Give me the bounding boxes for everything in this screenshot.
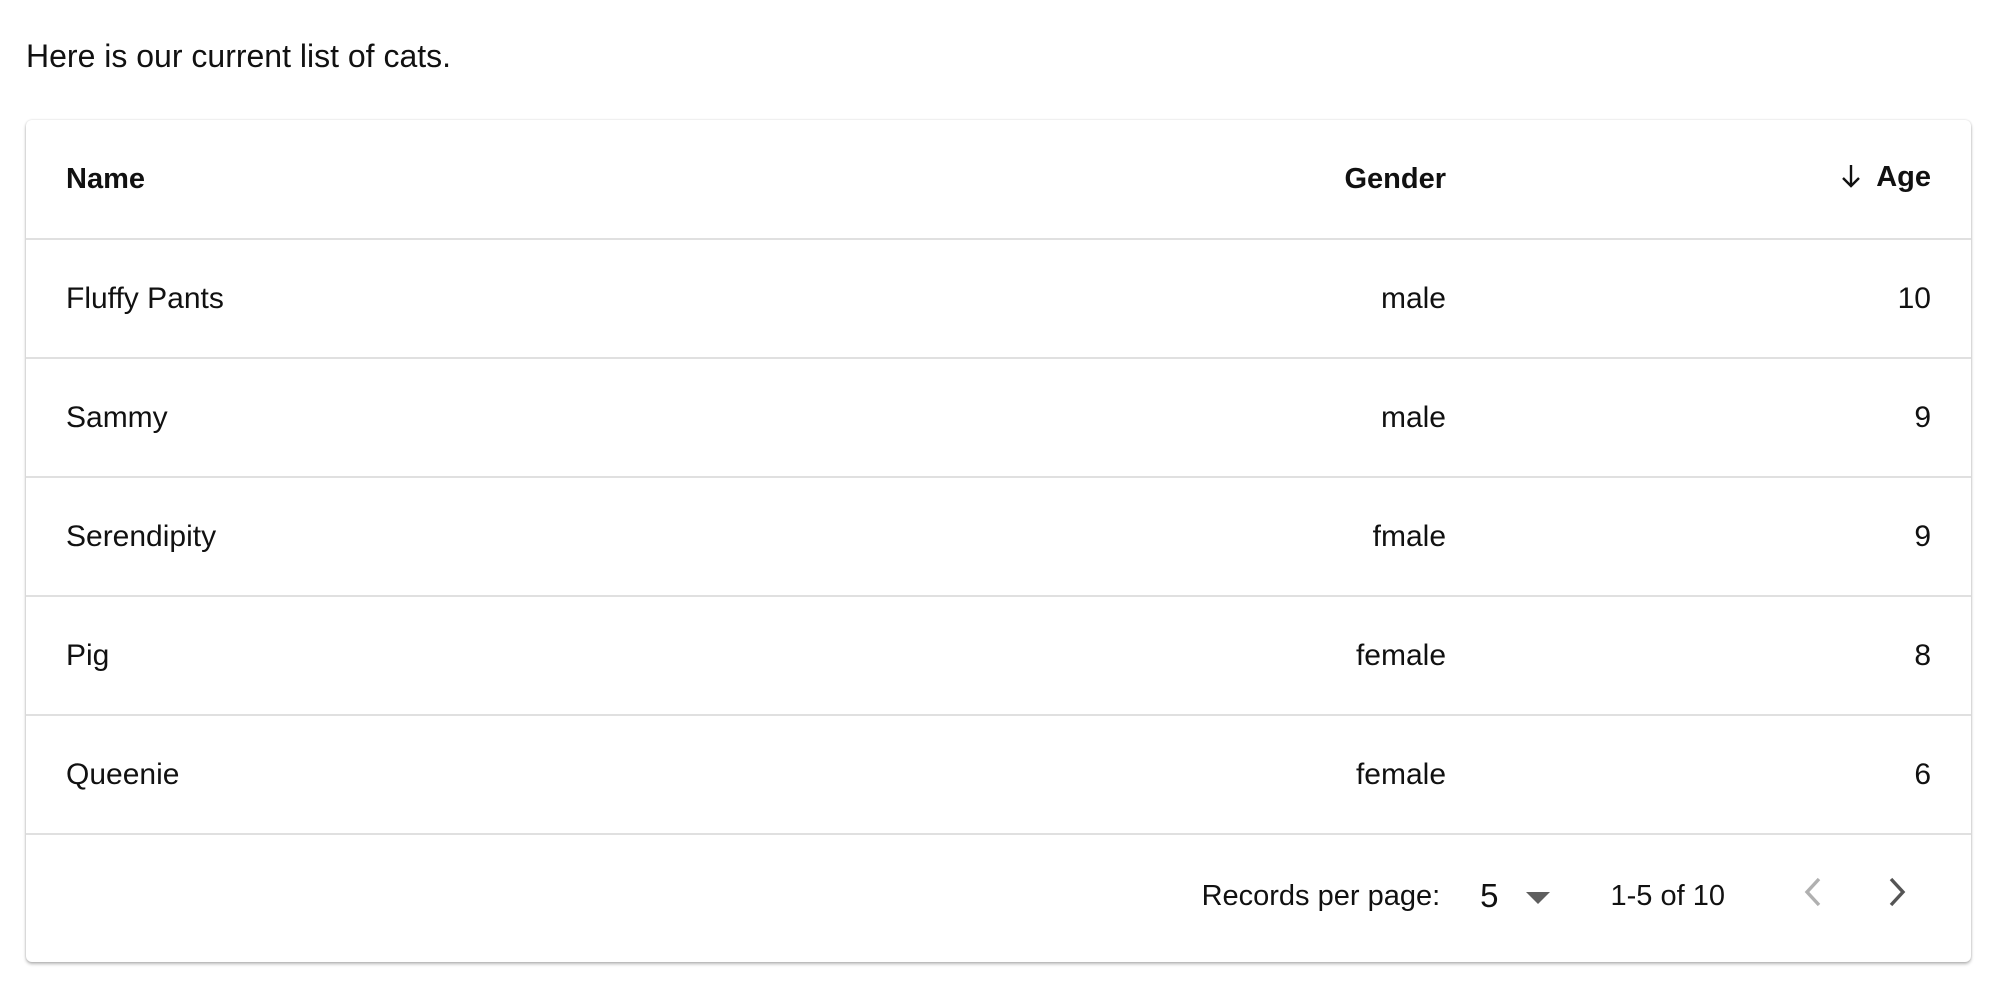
- cell-age: 9: [1446, 477, 1971, 597]
- column-header-age-label: Age: [1876, 161, 1931, 193]
- records-per-page-value: 5: [1480, 877, 1499, 914]
- cell-gender: female: [1076, 715, 1446, 835]
- cell-name: Fluffy Pants: [26, 239, 1076, 359]
- chevron-left-icon: [1803, 876, 1823, 916]
- cell-age: 6: [1446, 715, 1971, 835]
- pagination-footer: Records per page: 5 1-5 of 10: [26, 835, 1971, 957]
- column-header-gender-label: Gender: [1344, 162, 1446, 195]
- caret-down-icon: [1525, 880, 1551, 913]
- records-per-page-label: Records per page:: [1201, 879, 1441, 912]
- arrow-down-icon: [1840, 163, 1862, 197]
- column-header-name[interactable]: Name: [26, 120, 1076, 240]
- cell-name: Serendipity: [26, 477, 1076, 597]
- cell-gender: fmale: [1076, 477, 1446, 597]
- cell-gender: male: [1076, 239, 1446, 359]
- cell-name: Sammy: [26, 358, 1076, 478]
- cats-table: Name Gender Age Fluffy Pants male 10 Sam…: [26, 120, 1971, 835]
- column-header-age[interactable]: Age: [1446, 120, 1971, 240]
- previous-page-button[interactable]: [1789, 872, 1837, 920]
- column-header-name-label: Name: [66, 162, 145, 195]
- cell-name: Pig: [26, 596, 1076, 716]
- intro-text: Here is our current list of cats.: [26, 38, 452, 74]
- cell-age: 9: [1446, 358, 1971, 478]
- next-page-button[interactable]: [1873, 872, 1921, 920]
- table-row: Serendipity fmale 9: [26, 477, 1971, 597]
- table-row: Queenie female 6: [26, 715, 1971, 835]
- cell-name: Queenie: [26, 715, 1076, 835]
- pagination-range: 1-5 of 10: [1610, 879, 1725, 912]
- column-header-gender[interactable]: Gender: [1076, 120, 1446, 240]
- cell-gender: male: [1076, 358, 1446, 478]
- cell-age: 10: [1446, 239, 1971, 359]
- table-row: Pig female 8: [26, 596, 1971, 716]
- cats-table-card: Name Gender Age Fluffy Pants male 10 Sam…: [26, 120, 1971, 962]
- cell-age: 8: [1446, 596, 1971, 716]
- cell-gender: female: [1076, 596, 1446, 716]
- table-row: Sammy male 9: [26, 358, 1971, 478]
- records-per-page-select[interactable]: 5: [1480, 877, 1550, 915]
- table-row: Fluffy Pants male 10: [26, 239, 1971, 359]
- table-header-row: Name Gender Age: [26, 120, 1971, 240]
- chevron-right-icon: [1887, 876, 1907, 916]
